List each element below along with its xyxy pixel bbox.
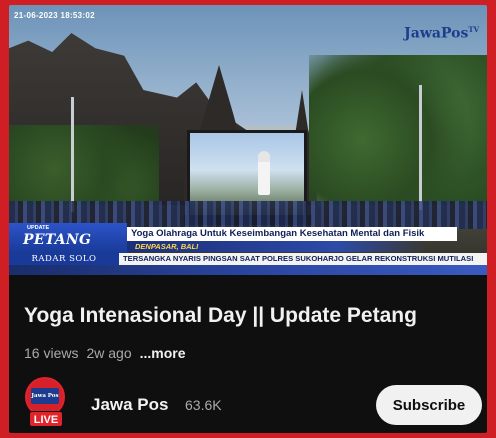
segment-small-label: UPDATE	[27, 225, 50, 231]
channel-watermark-logo: JawaPosTV	[404, 25, 479, 42]
video-player[interactable]: 21-06-2023 18:53:02 JawaPosTV UPDATE PET…	[9, 5, 487, 275]
channel-name[interactable]: Jawa Pos	[91, 395, 169, 415]
video-screen-person	[258, 151, 270, 195]
news-location: DENPASAR, BALI	[127, 241, 427, 252]
segment-badge: UPDATE PETANG	[9, 223, 127, 253]
video-light-pole	[71, 97, 74, 212]
view-count: 16 views	[24, 345, 79, 361]
live-badge: LIVE	[29, 411, 63, 427]
video-title[interactable]: Yoga Intenasional Day || Update Petang	[24, 304, 417, 328]
app-frame: 21-06-2023 18:53:02 JawaPosTV UPDATE PET…	[9, 5, 487, 433]
subscriber-count: 63.6K	[185, 397, 222, 413]
watermark-suffix: TV	[468, 25, 479, 34]
news-headline: Yoga Olahraga Untuk Keseimbangan Kesehat…	[127, 227, 457, 241]
avatar-logo-text: Jawa Pos	[31, 388, 59, 404]
segment-name: PETANG	[23, 232, 92, 248]
ticker-stripe	[9, 265, 487, 275]
video-light-pole	[419, 85, 422, 210]
subscribe-button[interactable]: Subscribe	[376, 385, 482, 425]
video-trees-right	[309, 55, 487, 225]
video-meta[interactable]: 16 views 2w ago ...more	[24, 345, 186, 361]
news-ticker-text: TERSANGKA NYARIS PINGSAN SAAT POLRES SUK…	[123, 254, 474, 263]
video-timestamp: 21-06-2023 18:53:02	[14, 11, 95, 20]
more-link[interactable]: ...more	[140, 345, 186, 361]
station-label: RADAR SOLO	[9, 253, 119, 265]
watermark-text: JawaPos	[404, 25, 469, 42]
upload-age: 2w ago	[86, 345, 132, 361]
